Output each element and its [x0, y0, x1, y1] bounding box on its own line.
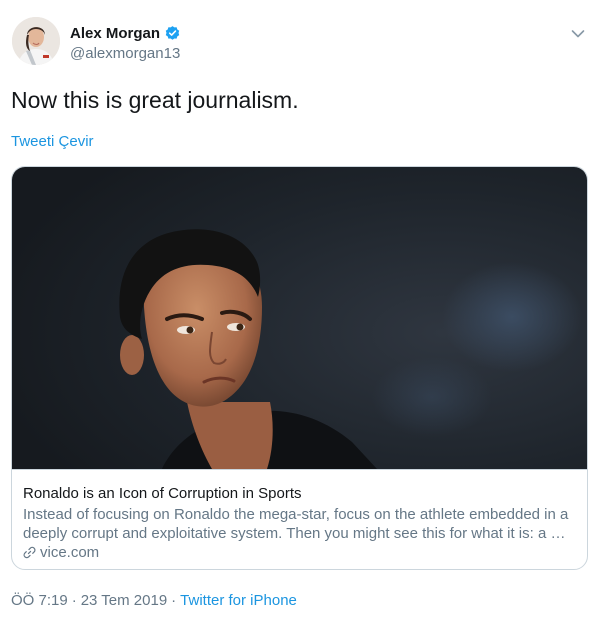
tweet-source-link[interactable]: Twitter for iPhone [180, 592, 297, 609]
author-name[interactable]: Alex Morgan [70, 25, 181, 42]
card-title[interactable]: Ronaldo is an Icon of Corruption in Spor… [23, 485, 302, 502]
translate-tweet-link[interactable]: Tweeti Çevir [11, 133, 94, 150]
tweet-date[interactable]: 23 Tem 2019 [81, 592, 167, 609]
chevron-down-icon[interactable] [571, 26, 585, 38]
meta-separator: · [71, 592, 77, 609]
tweet-text: Now this is great journalism. [11, 87, 299, 113]
card-image[interactable] [12, 167, 587, 469]
meta-separator-2: · [171, 592, 177, 609]
verified-badge-icon [164, 25, 181, 42]
tweet-time[interactable]: ÖÖ 7:19 [11, 592, 68, 609]
card-body[interactable]: Ronaldo is an Icon of Corruption in Spor… [12, 469, 587, 569]
author-handle[interactable]: @alexmorgan13 [70, 45, 180, 62]
card-domain: vice.com [23, 544, 99, 561]
author-name-text[interactable]: Alex Morgan [70, 25, 160, 42]
card-domain-text: vice.com [40, 544, 100, 561]
link-icon [23, 546, 36, 559]
tweet: Alex Morgan @alexmorgan13 Now this is gr… [0, 0, 599, 625]
link-card[interactable]: Ronaldo is an Icon of Corruption in Spor… [11, 166, 588, 570]
avatar[interactable] [12, 17, 60, 65]
card-description: Instead of focusing on Ronaldo the mega-… [23, 506, 569, 542]
tweet-meta: ÖÖ 7:19 · 23 Tem 2019 · Twitter for iPhone [11, 592, 297, 609]
